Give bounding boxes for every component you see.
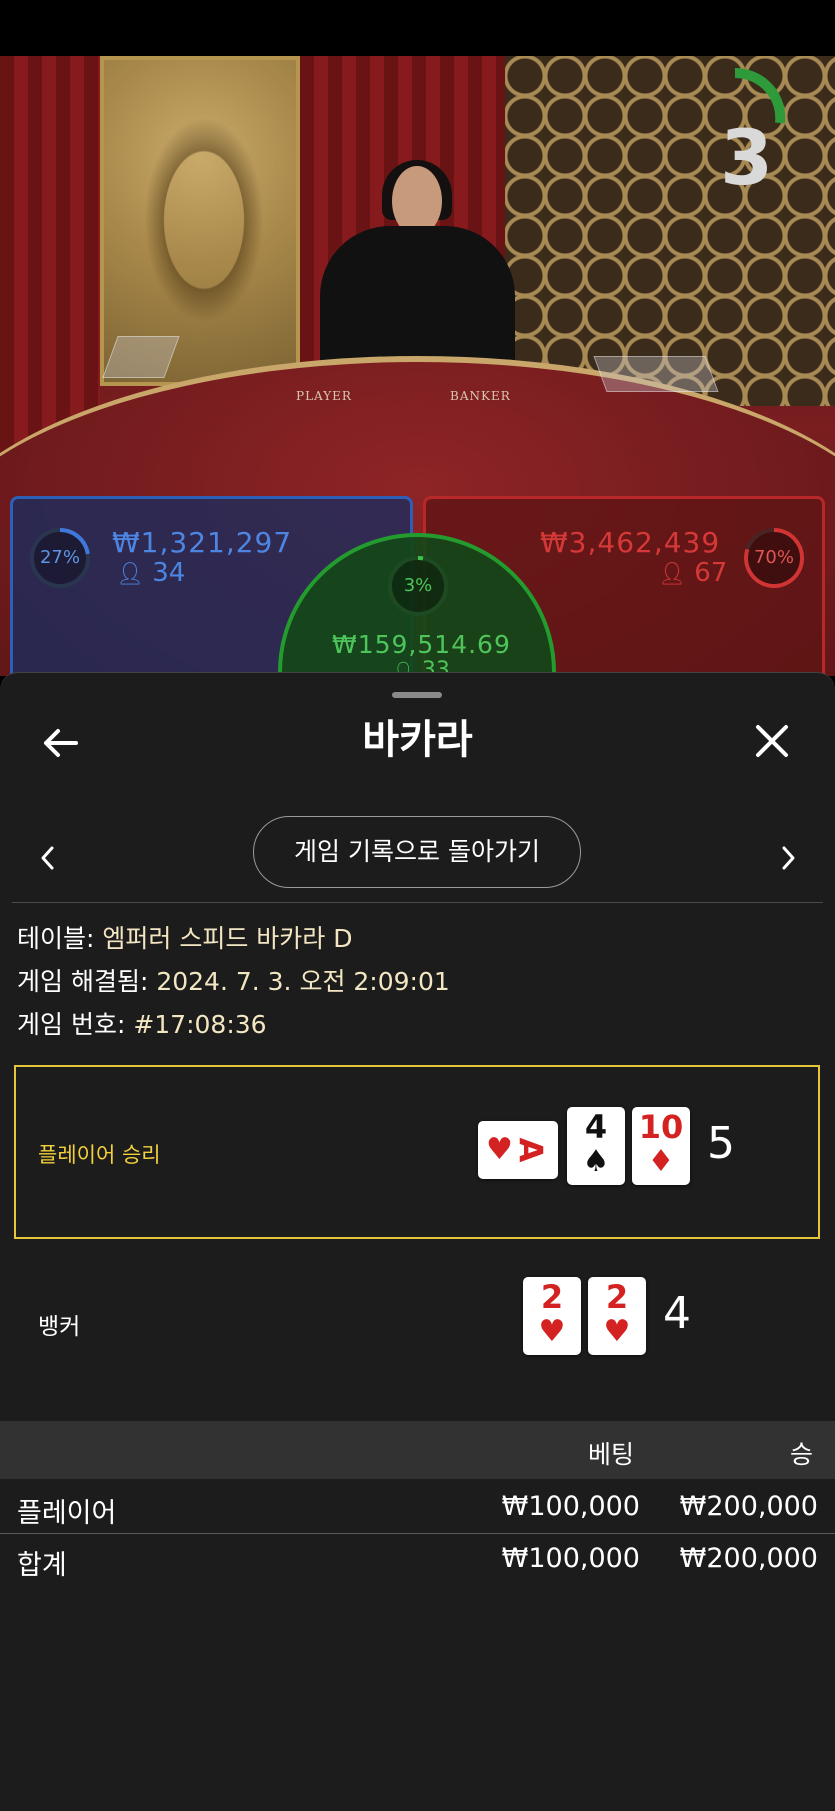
card-suit: ♠ [582, 1144, 610, 1179]
player-count: 👤︎ 34 [116, 558, 185, 588]
dealer-body [320, 226, 515, 376]
info-number-key: 게임 번호: [17, 1010, 134, 1039]
row-bet: ₩100,000 [501, 1543, 640, 1574]
player-card-2: 4 ♠ [567, 1107, 625, 1185]
info-resolved-key: 게임 해결됨: [17, 967, 157, 996]
player-card-3: 10 ♦ [632, 1107, 690, 1185]
card-suit: ♥ [603, 1314, 631, 1349]
player-count-value: 34 [152, 558, 186, 588]
banker-card-1: 2 ♥ [523, 1277, 581, 1355]
card-suit: ♦ [647, 1144, 675, 1179]
info-number: 게임 번호: #17:08:36 [17, 1010, 267, 1040]
card-rank: 10 [638, 1108, 684, 1146]
player-card-1: ♥ A [478, 1121, 558, 1179]
player-score: 5 [707, 1118, 735, 1169]
tie-bet-amount: ₩159,514.69 [332, 630, 511, 659]
card-rank: 2 [540, 1278, 564, 1316]
banker-hand-label: 뱅커 [38, 1314, 81, 1340]
banker-percent: 70% [753, 547, 794, 568]
row-name: 플레이어 [17, 1498, 117, 1529]
banker-score: 4 [663, 1288, 691, 1339]
banker-card-2: 2 ♥ [588, 1277, 646, 1355]
info-resolved: 게임 해결됨: 2024. 7. 3. 오전 2:09:01 [17, 967, 450, 997]
person-icon: 👤︎ [658, 562, 686, 587]
banker-bet-amount: ₩3,462,439 [540, 526, 721, 559]
row-bet: ₩100,000 [501, 1491, 640, 1522]
player-bet-amount: ₩1,321,297 [112, 526, 293, 559]
card-suit: ♥ [538, 1314, 566, 1349]
chevron-right-icon[interactable] [776, 843, 800, 873]
countdown-number: 3 [720, 113, 773, 202]
header-win: 승 [790, 1440, 814, 1469]
info-resolved-value: 2024. 7. 3. 오전 2:09:01 [156, 967, 450, 996]
info-table-key: 테이블: [17, 924, 103, 953]
player-win-label: 플레이어 승리 [38, 1143, 161, 1167]
person-icon: 👤︎ [116, 562, 144, 587]
chevron-left-icon[interactable] [36, 843, 60, 873]
table-label-banker: BANKER [450, 389, 511, 403]
card-suit: ♥ [486, 1132, 513, 1167]
table-row: 플레이어 ₩100,000 ₩200,000 [0, 1481, 835, 1534]
banker-count-value: 67 [694, 558, 728, 588]
card-rank: A [511, 1137, 550, 1163]
divider [12, 902, 823, 903]
return-to-history-button[interactable]: 게임 기록으로 돌아가기 [253, 816, 581, 888]
info-table: 테이블: 엠퍼러 스피드 바카라 D [17, 924, 352, 954]
row-win: ₩200,000 [679, 1491, 818, 1522]
card-rank: 2 [605, 1278, 629, 1316]
table-label-player: PLAYER [296, 389, 352, 403]
sheet-drag-handle[interactable] [392, 692, 442, 698]
row-win: ₩200,000 [679, 1543, 818, 1574]
bets-table-header: 베팅 승 [0, 1421, 835, 1479]
card-tray [593, 356, 719, 392]
tie-percent: 3% [403, 575, 433, 596]
table-row-total: 합계 ₩100,000 ₩200,000 [0, 1533, 835, 1585]
banker-count: 👤︎ 67 [658, 558, 727, 588]
close-icon[interactable] [752, 721, 792, 761]
game-detail-sheet: 바카라 게임 기록으로 돌아가기 테이블: 엠퍼러 스피드 바카라 D 게임 해… [0, 672, 835, 1811]
status-bar [0, 0, 835, 56]
player-percent: 27% [39, 547, 80, 568]
info-table-value: 엠퍼러 스피드 바카라 D [102, 924, 353, 953]
row-name: 합계 [17, 1550, 67, 1581]
header-bet: 베팅 [588, 1440, 635, 1469]
card-rank: 4 [584, 1108, 608, 1146]
info-number-value: #17:08:36 [133, 1010, 267, 1039]
sheet-title: 바카라 [362, 717, 473, 763]
